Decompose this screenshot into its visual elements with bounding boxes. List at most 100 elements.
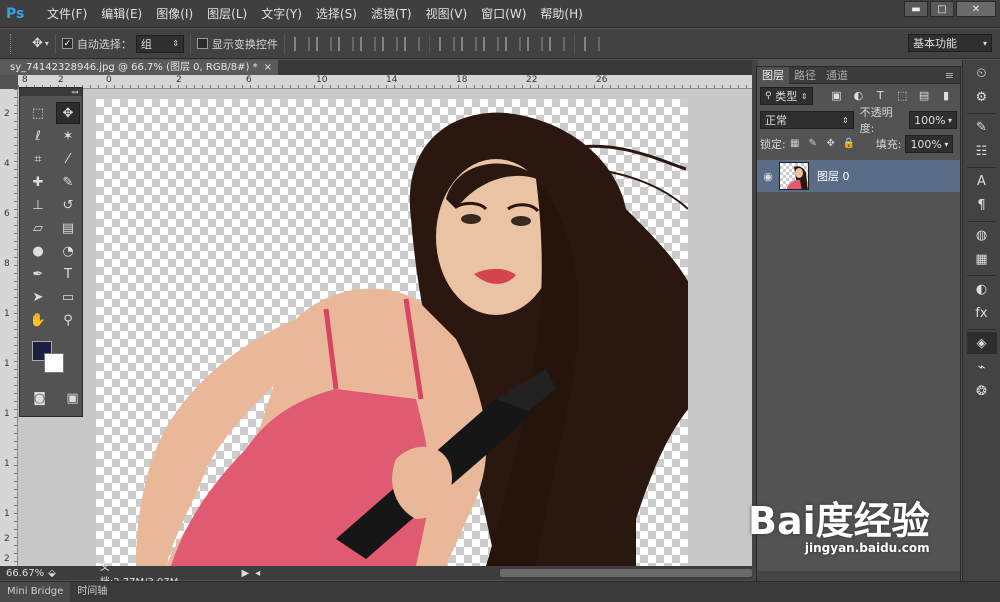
- color-panel-icon[interactable]: ◍: [967, 224, 997, 246]
- hand-tool-icon[interactable]: ✋: [26, 309, 50, 331]
- status-menu-arrow-icon[interactable]: ▶: [241, 568, 249, 579]
- distribute-bottom-icon[interactable]: [482, 36, 499, 51]
- align-right-icon[interactable]: [403, 36, 420, 51]
- distribute-right-icon[interactable]: [548, 36, 565, 51]
- tab-timeline[interactable]: 时间轴: [70, 582, 114, 602]
- lock-all-icon[interactable]: 🔒: [843, 138, 855, 150]
- brush-tool-icon[interactable]: ✎: [56, 171, 80, 193]
- filter-type-icon[interactable]: T: [874, 90, 886, 102]
- export-icon[interactable]: ⬙: [48, 568, 56, 579]
- distribute-hcenter-icon[interactable]: [526, 36, 543, 51]
- canvas-area[interactable]: [18, 89, 752, 566]
- eraser-tool-icon[interactable]: ▱: [26, 217, 50, 239]
- scroll-left-icon[interactable]: ◂: [255, 568, 260, 579]
- crop-tool-icon[interactable]: ⌗: [26, 148, 50, 170]
- filter-pixel-icon[interactable]: ▣: [831, 90, 843, 102]
- align-bottom-icon[interactable]: [337, 36, 354, 51]
- styles-panel-icon[interactable]: fx: [967, 302, 997, 324]
- background-color-swatch[interactable]: [44, 353, 64, 373]
- distribute-top-icon[interactable]: [438, 36, 455, 51]
- magic-wand-tool-icon[interactable]: ✶: [56, 125, 80, 147]
- filter-adjustment-icon[interactable]: ◐: [852, 90, 864, 102]
- menu-image[interactable]: 图像(I): [149, 5, 200, 22]
- type-tool-icon[interactable]: T: [56, 263, 80, 285]
- panel-menu-icon[interactable]: ≡: [945, 69, 954, 82]
- zoom-tool-icon[interactable]: ⚲: [56, 309, 80, 331]
- history-brush-tool-icon[interactable]: ↺: [56, 194, 80, 216]
- dodge-tool-icon[interactable]: ◔: [56, 240, 80, 262]
- close-button[interactable]: ✕: [956, 1, 996, 17]
- close-document-icon[interactable]: ×: [264, 60, 272, 75]
- fill-field[interactable]: 100% ▾: [905, 135, 954, 153]
- healing-brush-tool-icon[interactable]: ✚: [26, 171, 50, 193]
- menu-select[interactable]: 选择(S): [309, 5, 364, 22]
- blend-mode-dropdown[interactable]: 正常 ⇕: [760, 111, 854, 129]
- maximize-button[interactable]: □: [930, 1, 954, 17]
- filter-shape-icon[interactable]: ⬚: [896, 90, 908, 102]
- clone-stamp-tool-icon[interactable]: ⊥: [26, 194, 50, 216]
- menu-layer[interactable]: 图层(L): [200, 5, 254, 22]
- brush-presets-icon[interactable]: ☷: [967, 140, 997, 162]
- minimize-button[interactable]: ▬: [904, 1, 928, 17]
- properties-panel-icon[interactable]: ⚙: [967, 86, 997, 108]
- screen-mode-icon[interactable]: ▣: [63, 387, 82, 409]
- menu-file[interactable]: 文件(F): [40, 5, 94, 22]
- distribute-vcenter-icon[interactable]: [460, 36, 477, 51]
- toolbox-collapse-icon[interactable]: ◂◂: [20, 88, 82, 96]
- blur-tool-icon[interactable]: ●: [26, 240, 50, 262]
- tab-mini-bridge[interactable]: Mini Bridge: [0, 582, 71, 602]
- align-hcenter-icon[interactable]: [381, 36, 398, 51]
- align-left-icon[interactable]: [359, 36, 376, 51]
- workspace-dropdown[interactable]: 基本功能 ▾: [908, 34, 992, 52]
- distribute-left-icon[interactable]: [504, 36, 521, 51]
- align-vcenter-icon[interactable]: [315, 36, 332, 51]
- quick-mask-icon[interactable]: ◙: [30, 387, 49, 409]
- zoom-level[interactable]: 66.67%: [6, 568, 44, 579]
- auto-select-dropdown[interactable]: 组 ⇕: [135, 34, 184, 53]
- visibility-eye-icon[interactable]: ◉: [757, 170, 779, 183]
- menu-view[interactable]: 视图(V): [419, 5, 475, 22]
- layer-filter-dropdown[interactable]: ⚲ 类型 ⇕: [760, 87, 813, 105]
- horizontal-scrollbar[interactable]: [500, 569, 752, 577]
- layer-row[interactable]: ◉ 图层 0: [757, 160, 960, 192]
- tab-paths[interactable]: 路径: [789, 67, 821, 84]
- document-canvas[interactable]: [96, 99, 688, 566]
- horizontal-ruler[interactable]: 8 2 0 2 6 10 14 18 22 26: [18, 75, 752, 89]
- tab-layers[interactable]: 图层: [757, 66, 789, 84]
- opacity-field[interactable]: 100% ▾: [909, 111, 957, 129]
- menu-type[interactable]: 文字(Y): [254, 5, 309, 22]
- adjustments-panel-icon[interactable]: ◐: [967, 278, 997, 300]
- layers-panel-icon[interactable]: ◈: [966, 332, 997, 354]
- paths-panel-icon[interactable]: ⌁: [967, 356, 997, 378]
- history-panel-icon[interactable]: ⏲: [967, 62, 997, 84]
- show-transform-checkbox[interactable]: [196, 38, 208, 49]
- character-panel-icon[interactable]: A: [967, 170, 997, 192]
- layer-thumbnail[interactable]: [779, 162, 809, 190]
- marquee-tool-icon[interactable]: ⬚: [26, 102, 50, 124]
- gradient-tool-icon[interactable]: ▤: [56, 217, 80, 239]
- filter-toggle-icon[interactable]: ▮: [940, 90, 952, 102]
- tab-channels[interactable]: 通道: [821, 67, 853, 84]
- menu-edit[interactable]: 编辑(E): [94, 5, 149, 22]
- lock-position-icon[interactable]: ✥: [825, 138, 837, 150]
- rectangle-tool-icon[interactable]: ▭: [56, 286, 80, 308]
- swatches-panel-icon[interactable]: ▦: [967, 248, 997, 270]
- menu-help[interactable]: 帮助(H): [533, 5, 589, 22]
- brush-panel-icon[interactable]: ✎: [967, 116, 997, 138]
- path-selection-tool-icon[interactable]: ➤: [26, 286, 50, 308]
- lock-image-icon[interactable]: ✎: [807, 138, 819, 150]
- tool-preset-dropdown-icon[interactable]: ▾: [45, 39, 49, 48]
- pen-tool-icon[interactable]: ✒: [26, 263, 50, 285]
- move-tool-icon[interactable]: ✥: [56, 102, 80, 124]
- eyedropper-tool-icon[interactable]: ⁄: [56, 148, 80, 170]
- document-tab[interactable]: sy_74142328946.jpg @ 66.7% (图层 0, RGB/8#…: [0, 60, 278, 75]
- auto-align-icon[interactable]: [583, 36, 600, 51]
- layer-name[interactable]: 图层 0: [817, 168, 850, 184]
- menu-filter[interactable]: 滤镜(T): [364, 5, 419, 22]
- paragraph-panel-icon[interactable]: ¶: [967, 194, 997, 216]
- move-tool-icon[interactable]: ✥: [32, 36, 43, 51]
- filter-smart-object-icon[interactable]: ▤: [918, 90, 930, 102]
- channels-panel-icon[interactable]: ❂: [967, 380, 997, 402]
- lasso-tool-icon[interactable]: ℓ: [26, 125, 50, 147]
- align-top-icon[interactable]: [293, 36, 310, 51]
